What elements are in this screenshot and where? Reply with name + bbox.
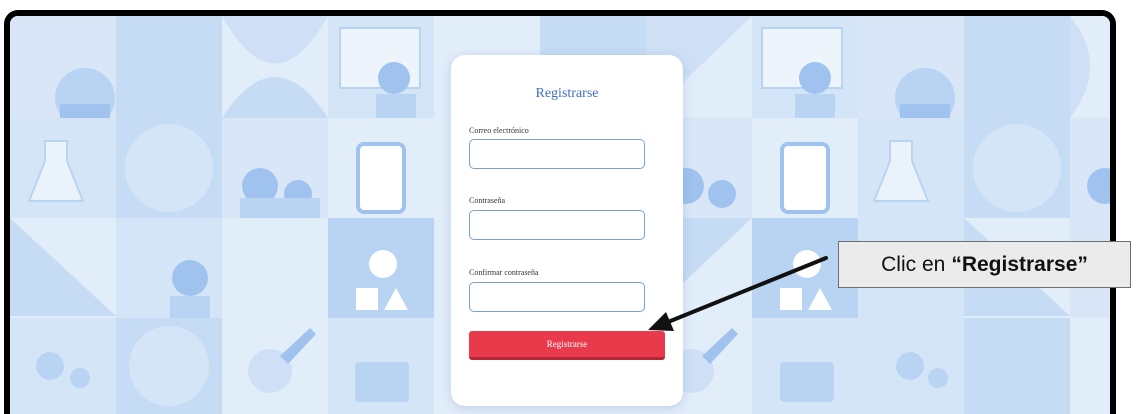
callout-emphasis: “Registrarse” [951,252,1088,276]
email-field[interactable] [469,139,645,169]
email-label: Correo electrónico [469,126,529,135]
register-title: Registrarse [535,86,599,101]
password-field[interactable] [469,210,645,240]
instruction-callout: Clic en “Registrarse” [838,241,1131,288]
register-card: Registrarse Correo electrónico Contraseñ… [451,55,683,406]
confirm-password-label: Confirmar contraseña [469,268,539,277]
app-screen: Registrarse Correo electrónico Contraseñ… [10,16,1110,414]
callout-prefix: Clic en [881,252,946,276]
screenshot-frame: Registrarse Correo electrónico Contraseñ… [4,10,1116,414]
confirm-password-field[interactable] [469,282,645,312]
password-label: Contraseña [469,196,505,205]
register-button[interactable]: Registrarse [469,331,665,360]
